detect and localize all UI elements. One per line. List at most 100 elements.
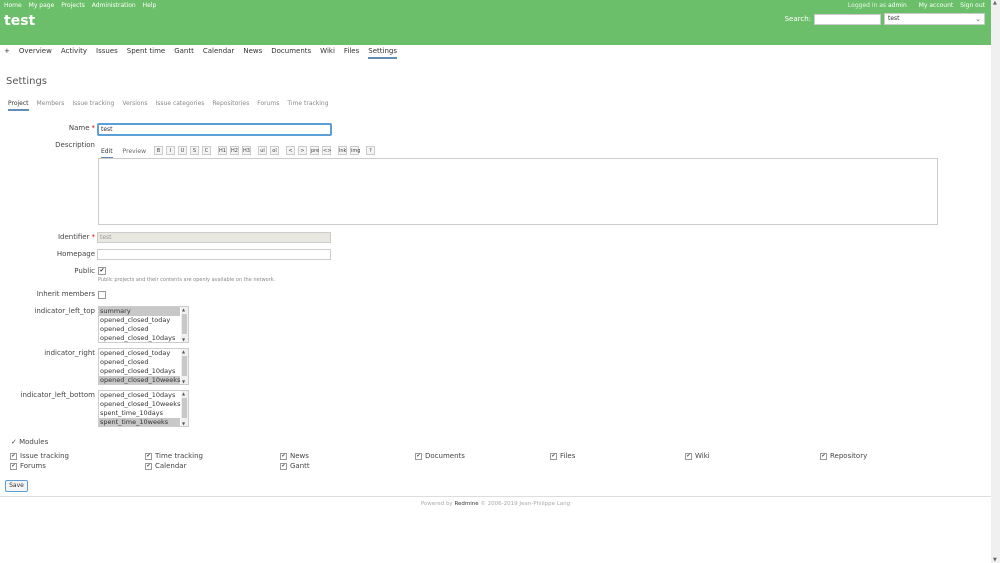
public-checkbox[interactable]: ✔: [98, 267, 106, 275]
toolbar-codeblock-icon[interactable]: <>: [322, 146, 331, 155]
module-checkbox[interactable]: ✔: [145, 462, 152, 470]
module-checkbox[interactable]: ✔: [415, 452, 422, 460]
list-option[interactable]: opened_closed_10weeks: [99, 400, 180, 409]
my-account-link[interactable]: My account: [919, 2, 954, 9]
toolbar-help-icon[interactable]: ?: [366, 146, 375, 155]
main-menu-item-issues[interactable]: Issues: [96, 47, 118, 59]
scroll-up-icon[interactable]: ▲: [182, 391, 185, 396]
scroll-down-icon[interactable]: ▼: [182, 337, 185, 342]
settings-tab-issue-tracking[interactable]: Issue tracking: [72, 100, 114, 111]
toolbar-indent-icon[interactable]: >: [298, 146, 307, 155]
project-title[interactable]: test: [4, 13, 35, 29]
listbox-indicator-right[interactable]: opened_closed_today opened_closed opened_c…: [98, 348, 189, 385]
listbox-indicator-left-bottom[interactable]: opened_closed_10days opened_closed_10week…: [98, 390, 189, 427]
list-option[interactable]: opened_closed_10days: [99, 334, 180, 342]
main-menu-item-activity[interactable]: Activity: [61, 47, 87, 59]
list-option[interactable]: spent_time_10weeks: [99, 418, 180, 426]
toolbar-italic-icon[interactable]: I: [166, 146, 175, 155]
module-documents[interactable]: ✔ Documents: [415, 452, 465, 460]
toolbar-code-icon[interactable]: C: [202, 146, 211, 155]
scroll-thumb[interactable]: [182, 314, 187, 334]
settings-tab-time-tracking[interactable]: Time tracking: [287, 100, 328, 111]
list-option[interactable]: opened_closed: [99, 358, 180, 367]
settings-tab-project[interactable]: Project: [8, 100, 29, 111]
toolbar-ol-icon[interactable]: ol: [270, 146, 279, 155]
main-menu-item-new[interactable]: +: [4, 47, 10, 59]
main-menu-item-overview[interactable]: Overview: [19, 47, 52, 59]
search-input[interactable]: [814, 13, 881, 25]
module-files[interactable]: ✔ Files: [550, 452, 575, 460]
toolbar-link-icon[interactable]: lnk: [338, 146, 347, 155]
module-checkbox[interactable]: ✔: [685, 452, 692, 460]
listbox-indicator-left-top[interactable]: summary opened_closed_today opened_closed o…: [98, 306, 189, 343]
list-option[interactable]: summary: [99, 307, 180, 316]
listbox-scrollbar[interactable]: ▲ ▼: [181, 391, 188, 426]
module-time-tracking[interactable]: ✔ Time tracking: [145, 452, 203, 460]
project-jump-select[interactable]: test ⌄: [884, 13, 985, 25]
scroll-thumb[interactable]: [182, 398, 187, 418]
main-menu-item-documents[interactable]: Documents: [271, 47, 311, 59]
module-checkbox[interactable]: ✔: [145, 452, 152, 460]
module-checkbox[interactable]: ✔: [10, 462, 17, 470]
top-menu-administration[interactable]: Administration: [92, 2, 136, 9]
footer-brand-link[interactable]: Redmine: [454, 501, 478, 507]
module-checkbox[interactable]: ✔: [820, 452, 827, 460]
vertical-scrollbar[interactable]: ▲ ▼: [991, 0, 1000, 563]
settings-tab-members[interactable]: Members: [37, 100, 65, 111]
scroll-up-icon[interactable]: ▲: [993, 0, 997, 6]
save-button[interactable]: Save: [5, 480, 28, 492]
toolbar-pre-icon[interactable]: pre: [310, 146, 319, 155]
homepage-input[interactable]: [97, 249, 331, 260]
scroll-down-icon[interactable]: ▼: [182, 421, 185, 426]
scroll-up-icon[interactable]: ▲: [182, 307, 185, 312]
scroll-down-icon[interactable]: ▼: [993, 557, 997, 563]
scroll-thumb[interactable]: [182, 356, 187, 376]
modules-legend[interactable]: ✓ Modules: [11, 438, 48, 446]
module-gantt[interactable]: ✔ Gantt: [280, 462, 310, 470]
settings-tab-forums[interactable]: Forums: [257, 100, 279, 111]
toolbar-underline-icon[interactable]: U: [178, 146, 187, 155]
toolbar-outdent-icon[interactable]: <: [286, 146, 295, 155]
main-menu-item-spent-time[interactable]: Spent time: [127, 47, 165, 59]
main-menu-item-wiki[interactable]: Wiki: [320, 47, 335, 59]
main-menu-item-calendar[interactable]: Calendar: [203, 47, 234, 59]
settings-tab-issue-categories[interactable]: Issue categories: [156, 100, 205, 111]
toolbar-ul-icon[interactable]: ul: [258, 146, 267, 155]
toolbar-h2-icon[interactable]: H2: [230, 146, 239, 155]
list-option[interactable]: spent_time_10days: [99, 409, 180, 418]
list-option[interactable]: opened_closed_today: [99, 349, 180, 358]
module-forums[interactable]: ✔ Forums: [10, 462, 46, 470]
listbox-scrollbar[interactable]: ▲ ▼: [181, 307, 188, 342]
toolbar-h3-icon[interactable]: H3: [242, 146, 251, 155]
top-menu-home[interactable]: Home: [4, 2, 22, 9]
toolbar-bold-icon[interactable]: B: [154, 146, 163, 155]
description-textarea[interactable]: [98, 158, 938, 225]
module-wiki[interactable]: ✔ Wiki: [685, 452, 710, 460]
toolbar-h1-icon[interactable]: H1: [218, 146, 227, 155]
settings-tab-versions[interactable]: Versions: [122, 100, 147, 111]
top-menu-projects[interactable]: Projects: [61, 2, 85, 9]
list-option[interactable]: opened_closed_10days: [99, 367, 180, 376]
scroll-up-icon[interactable]: ▲: [182, 349, 185, 354]
module-checkbox[interactable]: ✔: [550, 452, 557, 460]
module-checkbox[interactable]: ✔: [10, 452, 17, 460]
main-menu-item-files[interactable]: Files: [344, 47, 359, 59]
module-issue-tracking[interactable]: ✔ Issue tracking: [10, 452, 69, 460]
module-repository[interactable]: ✔ Repository: [820, 452, 867, 460]
list-option[interactable]: opened_closed_today: [99, 316, 180, 325]
module-calendar[interactable]: ✔ Calendar: [145, 462, 186, 470]
top-menu-help[interactable]: Help: [143, 2, 157, 9]
list-option[interactable]: opened_closed_10weeks: [99, 376, 180, 384]
settings-tab-repositories[interactable]: Repositories: [212, 100, 249, 111]
top-menu-my-page[interactable]: My page: [29, 2, 55, 9]
main-menu-item-settings[interactable]: Settings: [368, 47, 397, 59]
sign-out-link[interactable]: Sign out: [960, 2, 985, 9]
main-menu-item-gantt[interactable]: Gantt: [174, 47, 194, 59]
inherit-members-checkbox[interactable]: [98, 291, 106, 299]
listbox-scrollbar[interactable]: ▲ ▼: [181, 349, 188, 384]
toolbar-image-icon[interactable]: img: [350, 146, 360, 155]
main-menu-item-news[interactable]: News: [243, 47, 262, 59]
module-checkbox[interactable]: ✔: [280, 462, 287, 470]
list-option[interactable]: opened_closed_10days: [99, 391, 180, 400]
toolbar-strike-icon[interactable]: S: [190, 146, 199, 155]
